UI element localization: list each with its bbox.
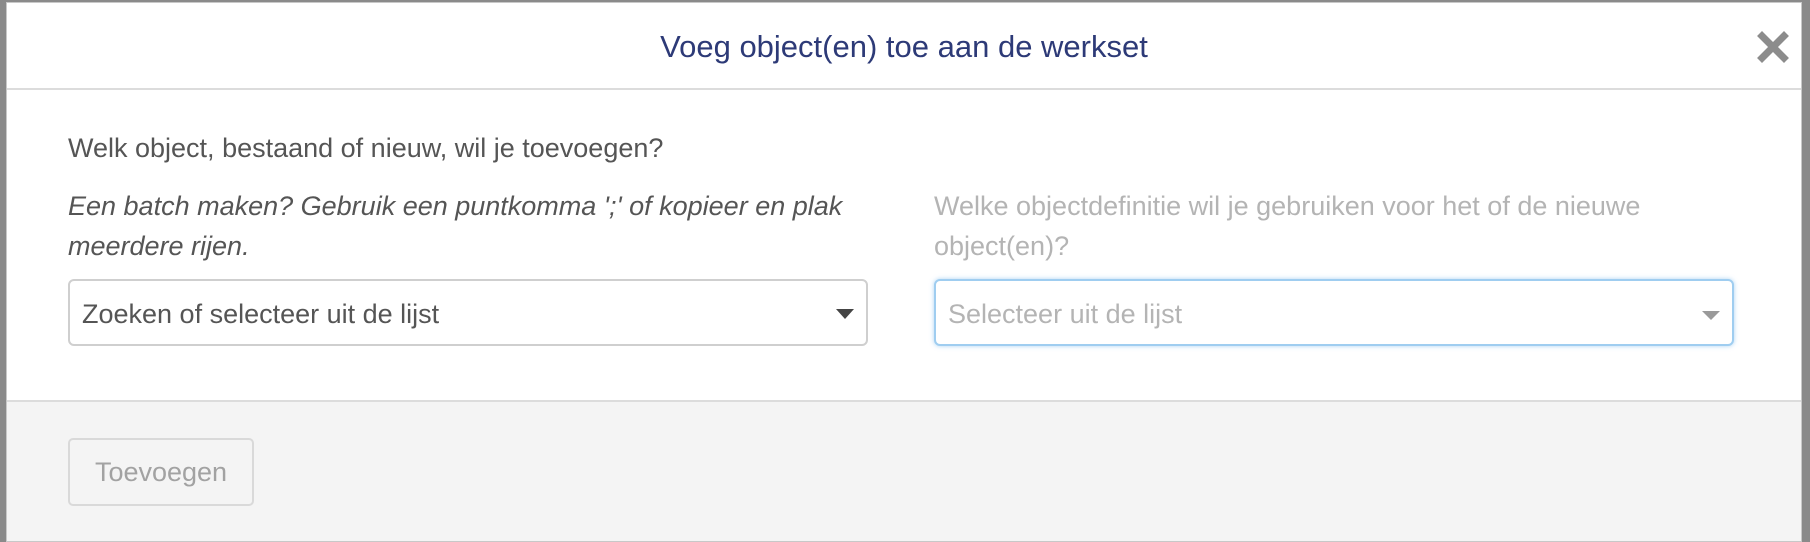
definition-select[interactable]: Selecteer uit de lijst	[934, 279, 1734, 346]
object-select-placeholder: Zoeken of selecteer uit de lijst	[82, 299, 440, 329]
definition-hint: Welke objectdefinitie wil je gebruiken v…	[934, 191, 1641, 261]
dialog-header: Voeg object(en) toe aan de werkset	[7, 3, 1801, 90]
close-button[interactable]	[1753, 27, 1793, 67]
chevron-down-icon[interactable]	[1702, 311, 1720, 320]
batch-hint: Een batch maken? Gebruik een puntkomma '…	[68, 191, 843, 261]
add-button[interactable]: Toevoegen	[68, 438, 254, 506]
dialog-title: Voeg object(en) toe aan de werkset	[660, 29, 1148, 64]
definition-select-placeholder: Selecteer uit de lijst	[948, 299, 1183, 329]
question-label: Welk object, bestaand of nieuw, wil je t…	[68, 133, 664, 163]
dialog-footer: Toevoegen	[7, 400, 1801, 541]
object-select[interactable]: Zoeken of selecteer uit de lijst	[68, 279, 868, 346]
dialog-body: Welk object, bestaand of nieuw, wil je t…	[7, 90, 1801, 401]
add-objects-dialog: Voeg object(en) toe aan de werkset Welk …	[6, 2, 1802, 542]
chevron-down-icon[interactable]	[836, 309, 854, 319]
close-icon[interactable]	[1753, 27, 1793, 67]
